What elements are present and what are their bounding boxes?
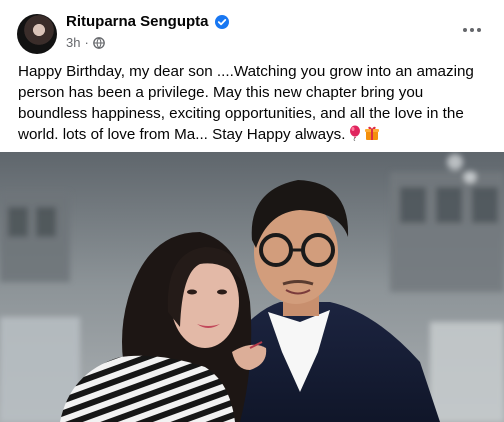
author-name[interactable]: Rituparna Sengupta	[66, 13, 209, 30]
author-name-row: Rituparna Sengupta	[66, 13, 229, 30]
post-meta: 3h ·	[66, 35, 105, 50]
post-message: Happy Birthday, my dear son ....Watching…	[18, 63, 474, 143]
more-options-icon[interactable]	[460, 20, 484, 40]
post-photo[interactable]	[0, 152, 504, 422]
meta-separator: ·	[84, 35, 89, 50]
post-header: Rituparna Sengupta 3h ·	[0, 0, 504, 62]
post-photo-image	[0, 152, 504, 422]
gift-icon	[364, 125, 380, 147]
post-timestamp[interactable]: 3h	[66, 35, 80, 50]
verified-badge-icon	[214, 14, 229, 29]
post-text: Happy Birthday, my dear son ....Watching…	[18, 61, 488, 147]
author-avatar[interactable]	[17, 14, 57, 54]
facebook-post: Rituparna Sengupta 3h · Happy Birthday, …	[0, 0, 504, 422]
globe-icon[interactable]	[92, 36, 105, 49]
balloon-icon	[348, 125, 362, 147]
